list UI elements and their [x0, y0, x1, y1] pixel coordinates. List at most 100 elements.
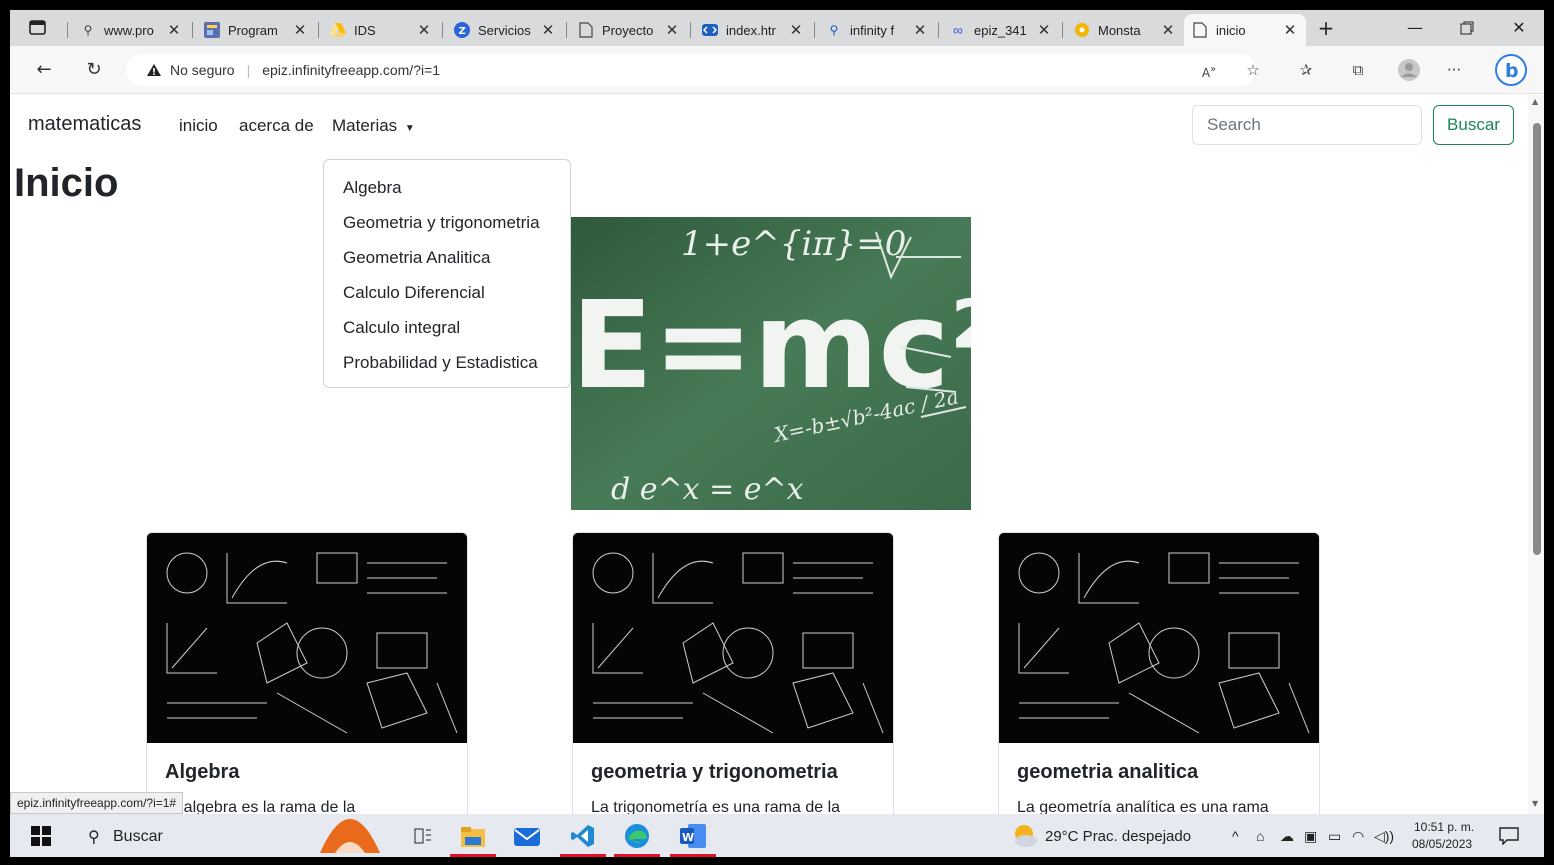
search-icon: ⚲: [83, 23, 93, 37]
tab-monsta[interactable]: Monsta ✕: [1066, 14, 1184, 46]
volume-icon[interactable]: ◁)): [1374, 828, 1394, 845]
close-icon[interactable]: ✕: [664, 21, 680, 39]
close-icon[interactable]: ✕: [416, 21, 432, 39]
file-explorer-icon[interactable]: [450, 821, 496, 857]
profile-icon[interactable]: [1397, 58, 1421, 82]
card-text: La geometría analítica es una rama: [1017, 799, 1269, 814]
page-scrollbar[interactable]: ▲ ▼: [1528, 95, 1544, 814]
taskbar-search-icon[interactable]: ⚲: [88, 827, 100, 847]
dropdown-item-algebra[interactable]: Algebra: [324, 170, 570, 205]
tab-infinity[interactable]: ⚲ infinity f ✕: [818, 14, 936, 46]
close-window-icon[interactable]: ✕: [1499, 16, 1539, 40]
tab-index[interactable]: index.htr ✕: [694, 14, 812, 46]
tab-label: Servicios: [478, 22, 531, 38]
tab-label: www.pro: [104, 22, 154, 38]
tab-program[interactable]: Program ✕: [196, 14, 316, 46]
tab-label: Program: [228, 22, 278, 38]
close-icon[interactable]: ✕: [1036, 21, 1052, 39]
card-title: geometria y trigonometria: [591, 761, 838, 783]
page-title: Inicio: [14, 161, 119, 205]
close-icon[interactable]: ✕: [1160, 21, 1176, 39]
wifi-icon[interactable]: ◠: [1352, 828, 1364, 845]
search-icon: ⚲: [829, 23, 839, 37]
tab-ids[interactable]: IDS ✕: [322, 14, 440, 46]
close-icon[interactable]: ✕: [788, 21, 804, 39]
mail-icon[interactable]: [512, 821, 542, 851]
dropdown-item-geometria-trigonometria[interactable]: Geometria y trigonometria: [324, 205, 570, 240]
page-icon: [1192, 22, 1208, 38]
minimize-icon[interactable]: —: [1395, 16, 1435, 40]
tab-inicio[interactable]: inicio ✕: [1184, 14, 1306, 46]
dropdown-item-geometria-analitica[interactable]: Geometria Analitica: [324, 240, 570, 275]
tray-chevron-icon[interactable]: ^: [1232, 828, 1239, 844]
screen: ⚲ www.pro ✕ Program ✕ IDS ✕ Z Servicios: [10, 10, 1544, 857]
site-navbar: matematicas inicio acerca de Materias ▼ …: [10, 95, 1528, 157]
nav-link-inicio[interactable]: inicio: [179, 116, 218, 136]
taskbar-search-label[interactable]: Buscar: [113, 828, 163, 846]
warning-icon: [147, 64, 161, 76]
scroll-thumb[interactable]: [1533, 123, 1541, 555]
edge-icon[interactable]: [614, 821, 660, 857]
nav-dropdown-materias[interactable]: Materias ▼: [332, 116, 415, 136]
close-icon[interactable]: ✕: [540, 21, 556, 39]
dropdown-item-probabilidad[interactable]: Probabilidad y Estadistica: [324, 345, 570, 380]
weather-text[interactable]: 29°C Prac. despejado: [1045, 828, 1191, 845]
url-text: epiz.infinityfreeapp.com/?i=1: [262, 62, 441, 78]
search-button[interactable]: Buscar: [1433, 105, 1514, 145]
dropdown-item-calculo-diferencial[interactable]: Calculo Diferencial: [324, 275, 570, 310]
back-icon[interactable]: ←: [32, 58, 56, 82]
card-image: [147, 533, 467, 743]
close-icon[interactable]: ✕: [166, 21, 182, 39]
dropdown-item-calculo-integral[interactable]: Calculo integral: [324, 310, 570, 345]
taskbar-landscape-icon[interactable]: [315, 819, 385, 853]
site-brand[interactable]: matematicas: [28, 113, 141, 136]
card-algebra: Algebra El algebra es la rama de la: [146, 532, 468, 814]
svg-text:Z: Z: [459, 26, 466, 37]
tab-label: Proyecto: [602, 22, 654, 38]
hero-formula-top: 1+e^{iπ}=0: [681, 224, 906, 264]
close-icon[interactable]: ✕: [1282, 21, 1298, 39]
more-icon[interactable]: ···: [1442, 58, 1466, 82]
infinity-icon: ∞: [953, 22, 963, 38]
new-tab-icon[interactable]: +: [1306, 16, 1346, 40]
vscode-icon[interactable]: [560, 821, 606, 857]
read-aloud-icon[interactable]: A»: [1197, 58, 1221, 82]
card-title: Algebra: [165, 761, 240, 783]
task-view-icon[interactable]: [408, 821, 438, 851]
weather-icon[interactable]: [1010, 821, 1040, 851]
tab-label: epiz_341: [974, 22, 1027, 38]
svg-text:b: b: [1505, 60, 1519, 82]
bing-icon[interactable]: b: [1495, 54, 1527, 86]
clock-time[interactable]: 10:51 p. m.: [1414, 820, 1474, 834]
materias-dropdown-menu: Algebra Geometria y trigonometria Geomet…: [323, 159, 571, 388]
windows-start-icon[interactable]: [26, 821, 56, 851]
favorite-add-icon[interactable]: ☆: [1241, 58, 1265, 82]
tray-app-icon[interactable]: ⌂: [1256, 828, 1264, 844]
page-icon: [578, 22, 594, 38]
tab-www-pro[interactable]: ⚲ www.pro ✕: [72, 14, 190, 46]
nav-link-acerca-de[interactable]: acerca de: [239, 116, 314, 136]
scroll-up-icon[interactable]: ▲: [1532, 97, 1538, 106]
tab-epiz[interactable]: ∞ epiz_341 ✕: [942, 14, 1060, 46]
word-icon[interactable]: W: [670, 821, 716, 857]
tab-actions-icon[interactable]: [28, 19, 48, 37]
card-image: [999, 533, 1319, 743]
clock-date[interactable]: 08/05/2023: [1412, 837, 1472, 851]
app-icon: [204, 22, 220, 38]
refresh-icon[interactable]: ↻: [82, 58, 106, 82]
address-field[interactable]: No seguro | epiz.infinityfreeapp.com/?i=…: [126, 54, 1256, 86]
tab-proyecto[interactable]: Proyecto ✕: [570, 14, 688, 46]
favorites-icon[interactable]: ✰: [1294, 58, 1318, 82]
tab-servicios[interactable]: Z Servicios ✕: [446, 14, 564, 46]
notifications-icon[interactable]: [1494, 821, 1524, 851]
close-icon[interactable]: ✕: [292, 21, 308, 39]
tray-display-icon[interactable]: ▣: [1304, 828, 1317, 845]
restore-icon[interactable]: [1447, 16, 1487, 40]
tray-cloud-icon[interactable]: ☁: [1280, 828, 1294, 845]
tray-battery-icon[interactable]: ▭: [1328, 828, 1341, 845]
scroll-down-icon[interactable]: ▼: [1532, 799, 1538, 808]
close-icon[interactable]: ✕: [912, 21, 928, 39]
search-input[interactable]: [1192, 105, 1422, 145]
tab-label: IDS: [354, 22, 376, 38]
collections-icon[interactable]: ⧉: [1346, 58, 1370, 82]
